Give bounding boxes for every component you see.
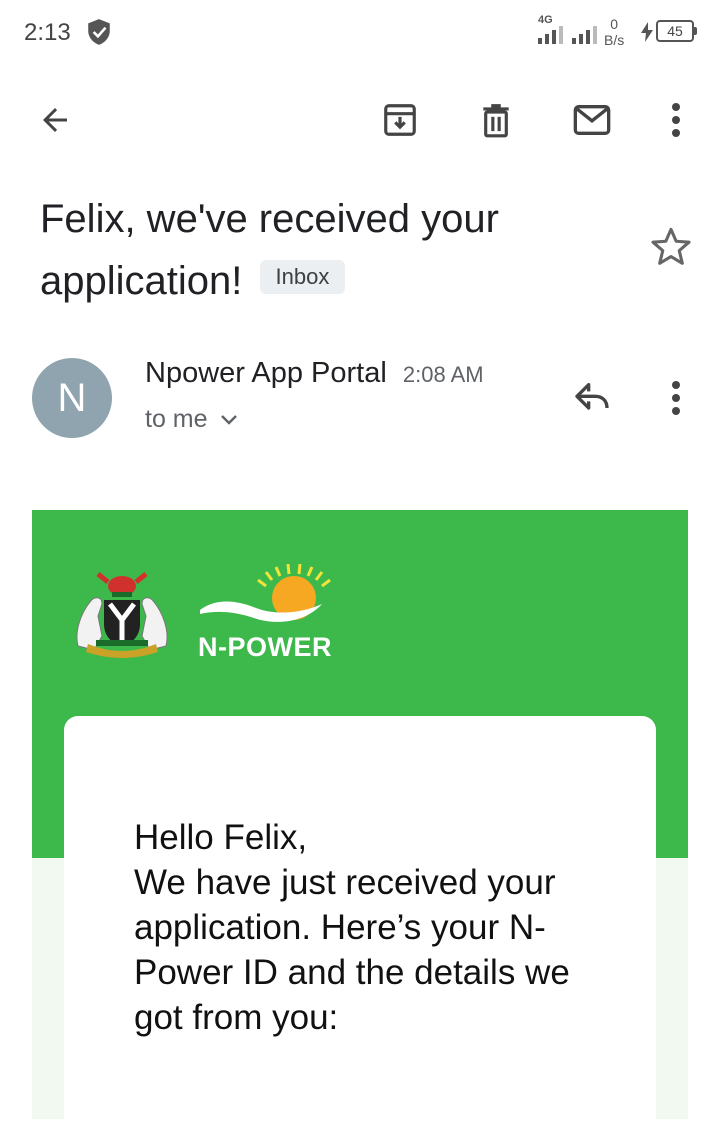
subject-line-2: application! xyxy=(40,259,243,303)
signal-icon xyxy=(538,26,563,44)
shield-icon xyxy=(88,19,110,45)
more-vert-icon xyxy=(672,381,680,415)
speed-unit: B/s xyxy=(604,32,625,48)
charging-icon xyxy=(641,22,653,42)
delete-button[interactable] xyxy=(472,96,520,144)
mail-icon xyxy=(573,105,611,135)
sender-avatar[interactable]: N xyxy=(32,358,112,438)
network-speed: 0 B/s xyxy=(604,16,624,48)
inbox-label-chip[interactable]: Inbox xyxy=(259,260,346,295)
email-greeting: Hello Felix, xyxy=(134,818,308,857)
sender-name: Npower App Portal xyxy=(145,357,387,389)
status-time: 2:13 xyxy=(24,19,71,46)
email-subject: Felix, we've received your application! … xyxy=(40,188,640,312)
arrow-left-icon xyxy=(43,108,67,132)
trash-icon xyxy=(483,104,509,138)
signal-icon-2 xyxy=(572,26,597,44)
more-vert-icon xyxy=(672,103,680,137)
battery-indicator: 45 xyxy=(656,20,697,42)
speed-value: 0 xyxy=(610,16,619,32)
recipient-details-toggle[interactable]: to me xyxy=(145,405,238,434)
network-type: 4G xyxy=(538,14,553,26)
coat-of-arms-logo xyxy=(76,572,168,658)
subject-line-2-row: application! Inbox xyxy=(40,250,640,312)
email-paragraph: We have just received your application. … xyxy=(134,863,570,1037)
star-icon[interactable] xyxy=(648,224,694,270)
archive-icon xyxy=(384,104,416,136)
battery-nub xyxy=(694,27,697,35)
email-time: 2:08 AM xyxy=(402,362,484,387)
message-more-button[interactable] xyxy=(652,374,700,422)
sender-row: Npower App Portal 2:08 AM xyxy=(145,357,484,390)
back-button[interactable] xyxy=(31,96,79,144)
more-options-button[interactable] xyxy=(652,96,700,144)
battery-level: 45 xyxy=(656,20,694,42)
email-message: Hello Felix, We have just received your … xyxy=(134,815,624,1040)
mark-unread-button[interactable] xyxy=(568,96,616,144)
npower-logo xyxy=(200,564,331,622)
reply-button[interactable] xyxy=(568,374,616,422)
chevron-down-icon xyxy=(220,414,237,425)
reply-icon xyxy=(575,383,609,410)
npower-wordmark: N-POWER xyxy=(198,632,332,662)
archive-button[interactable] xyxy=(376,96,424,144)
subject-line-1: Felix, we've received your xyxy=(40,197,499,241)
recipient-label: to me xyxy=(145,405,208,433)
